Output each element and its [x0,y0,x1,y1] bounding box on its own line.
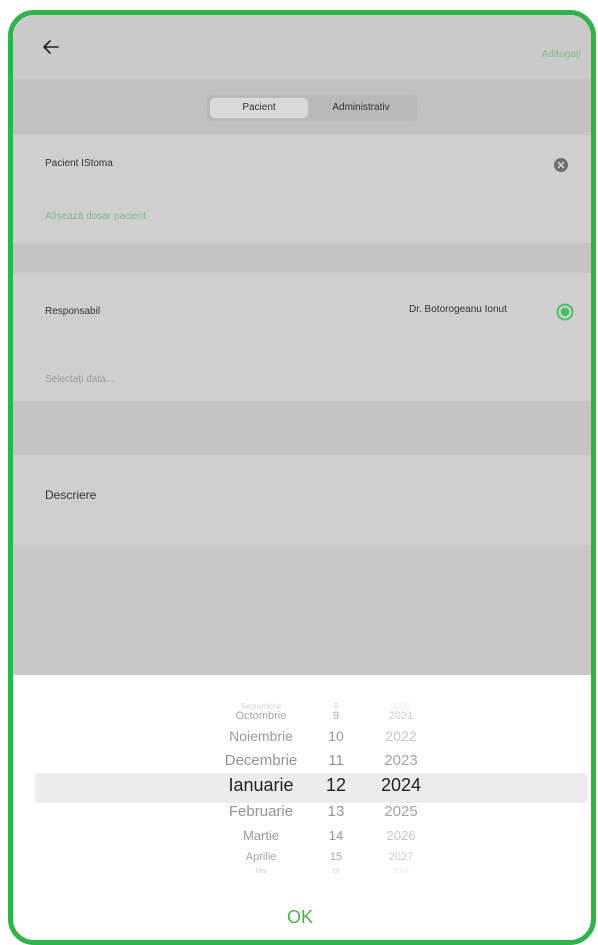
tab-administrativ[interactable]: Administrativ [311,98,411,118]
picker-year-item[interactable]: 2026 [387,828,416,843]
picker-day-item[interactable]: 16 [332,868,340,875]
app-frame: Adăugați Pacient Administrativ Pacient I… [8,10,596,945]
picker-month-item[interactable]: Aprilie [246,851,277,863]
picker-day-item[interactable]: 9 [333,710,339,722]
description-row[interactable]: Descriere [13,455,591,545]
picker-year-item[interactable]: 2021 [389,710,413,722]
selection-highlight [35,773,587,803]
picker-day-item[interactable]: 11 [328,752,344,769]
picker-day-item[interactable]: 13 [328,803,345,820]
picker-day-item[interactable]: 15 [330,851,342,863]
top-bar: Adăugați [13,15,591,79]
section-divider [13,401,591,455]
clear-icon[interactable] [554,158,568,172]
section-divider [13,243,591,273]
tab-pacient[interactable]: Pacient [210,98,308,118]
picker-year-item[interactable]: 2024 [381,775,421,796]
patient-file-row: Afișează dosar pacient [13,193,591,243]
picker-month-item[interactable]: Noiembrie [229,728,293,744]
picker-year-item[interactable]: 2028 [393,868,409,875]
picker-day-item[interactable]: 12 [326,775,346,796]
responsible-label: Responsabil [45,306,101,317]
radio-selected-icon[interactable] [556,303,574,321]
arrow-left-icon[interactable] [41,37,61,57]
picker-year-item[interactable]: 2023 [384,752,417,769]
picker-year-item[interactable]: 2025 [384,803,417,820]
picker-year-item[interactable]: 2027 [389,851,413,863]
patient-name: Pacient IStoma [45,158,113,169]
picker-month-item[interactable]: Ianuarie [228,775,293,796]
dimmed-form: Adăugați Pacient Administrativ Pacient I… [13,15,591,675]
responsible-row[interactable]: Responsabil Dr. Botorogeanu Ionut [13,273,591,348]
picker-month-item[interactable]: Februarie [229,803,293,820]
date-picker-sheet: Septembrie Octombrie Noiembrie Decembrie Ian… [13,675,591,940]
picker-day-item[interactable]: 10 [328,728,344,744]
tab-bar: Pacient Administrativ [13,79,591,135]
description-label[interactable]: Descriere [45,488,96,502]
date-field[interactable]: Selectați data... [45,374,114,385]
segmented-control: Pacient Administrativ [207,95,417,121]
picker-day-item[interactable]: 14 [329,828,343,843]
picker-month-item[interactable]: Martie [243,828,279,843]
empty-area [13,545,591,675]
picker-year-item[interactable]: 2022 [385,728,416,744]
picker-month-item[interactable]: Mai [255,868,266,875]
picker-month-item[interactable]: Octombrie [236,710,287,722]
responsible-value: Dr. Botorogeanu Ionut [409,304,507,315]
patient-file-link[interactable]: Afișează dosar pacient [45,211,146,222]
ok-button[interactable]: OK [287,907,313,928]
patient-row[interactable]: Pacient IStoma [13,135,591,194]
date-row[interactable]: Selectați data... [13,347,591,401]
add-button[interactable]: Adăugați [542,49,581,60]
picker-month-item[interactable]: Decembrie [225,752,298,769]
